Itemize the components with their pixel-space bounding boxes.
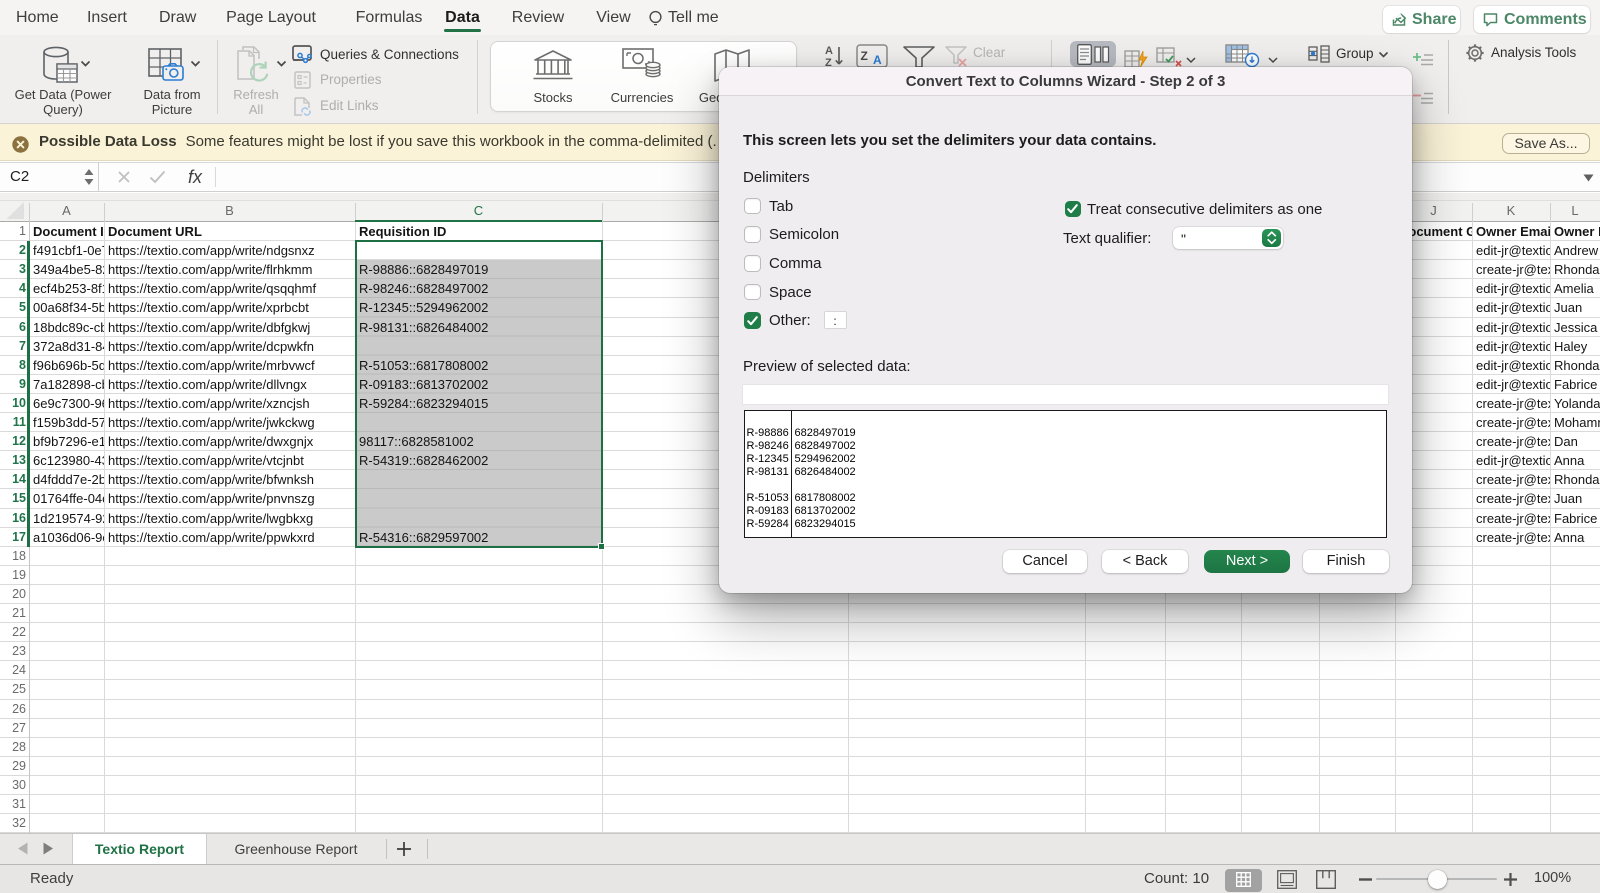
svg-text:A: A — [825, 45, 833, 57]
svg-text:A: A — [873, 53, 882, 67]
svg-text:Z: Z — [861, 49, 868, 63]
